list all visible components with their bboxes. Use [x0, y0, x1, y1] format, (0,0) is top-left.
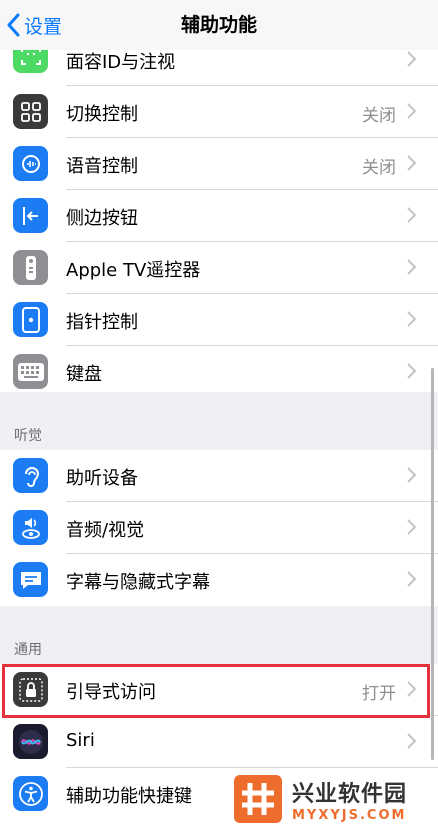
siri-icon [13, 724, 48, 759]
subtitles-icon [13, 562, 48, 597]
group-hearing: 助听设备 音频/视觉 字幕与隐藏式字幕 [0, 450, 438, 606]
row-audio-visual[interactable]: 音频/视觉 [0, 502, 438, 554]
chevron-right-icon [407, 259, 416, 275]
row-value: 关闭 [362, 106, 396, 126]
accessibility-icon [13, 776, 48, 811]
row-hearing-devices[interactable]: 助听设备 [0, 450, 438, 502]
side-button-icon [13, 198, 48, 233]
chevron-right-icon [407, 103, 416, 119]
row-switch-control[interactable]: 切换控制 关闭 [0, 86, 438, 138]
row-label: 语音控制 [66, 156, 138, 177]
row-value: 关闭 [362, 158, 396, 178]
audio-visual-icon [13, 510, 48, 545]
row-label: Apple TV遥控器 [66, 260, 201, 281]
row-label: Siri [66, 730, 95, 751]
pointer-control-icon [13, 302, 48, 337]
switch-control-icon [13, 94, 48, 129]
voice-control-icon [13, 146, 48, 181]
chevron-right-icon [407, 207, 416, 223]
watermark-cn: 兴业软件园 [292, 781, 408, 807]
watermark-logo-icon [234, 775, 282, 823]
keyboard-icon [13, 354, 48, 389]
row-label: 切换控制 [66, 104, 138, 125]
row-subtitles-captioning[interactable]: 字幕与隐藏式字幕 [0, 554, 438, 606]
row-side-button[interactable]: 侧边按钮 [0, 190, 438, 242]
section-header-general: 通用 [14, 642, 42, 658]
row-apple-tv-remote[interactable]: Apple TV遥控器 [0, 242, 438, 294]
row-label: 字幕与隐藏式字幕 [66, 572, 210, 593]
row-siri[interactable]: Siri [0, 716, 438, 768]
group-interaction: 面容ID与注视 切换控制 关闭 语音控制 关闭 侧边按钮 Apple TV遥控器… [0, 34, 438, 392]
section-header-hearing: 听觉 [14, 428, 42, 444]
chevron-right-icon [407, 733, 416, 749]
chevron-right-icon [407, 467, 416, 483]
row-label: 助听设备 [66, 468, 138, 489]
chevron-right-icon [407, 519, 416, 535]
remote-icon [13, 250, 48, 285]
row-voice-control[interactable]: 语音控制 关闭 [0, 138, 438, 190]
row-pointer-control[interactable]: 指针控制 [0, 294, 438, 346]
chevron-right-icon [407, 571, 416, 587]
row-label: 辅助功能快捷键 [66, 786, 192, 807]
row-label: 指针控制 [66, 312, 138, 333]
row-label: 音频/视觉 [66, 520, 145, 541]
scrollbar[interactable] [431, 368, 434, 760]
row-keyboard[interactable]: 键盘 [0, 346, 438, 398]
chevron-right-icon [407, 311, 416, 327]
row-label: 侧边按钮 [66, 208, 138, 229]
navigation-bar: 设置 辅助功能 [0, 0, 438, 50]
watermark-text: 兴业软件园 MYXYJS.COM [292, 776, 407, 823]
ear-icon [13, 458, 48, 493]
highlight-box [2, 664, 430, 718]
row-label: 面容ID与注视 [66, 52, 176, 73]
chevron-right-icon [407, 363, 416, 379]
row-label: 键盘 [66, 364, 102, 385]
watermark-en: MYXYJS.COM [292, 807, 407, 823]
chevron-right-icon [407, 51, 416, 67]
page-title: 辅助功能 [180, 14, 257, 36]
watermark: 兴业软件园 MYXYJS.COM [228, 770, 438, 828]
chevron-right-icon [407, 155, 416, 171]
